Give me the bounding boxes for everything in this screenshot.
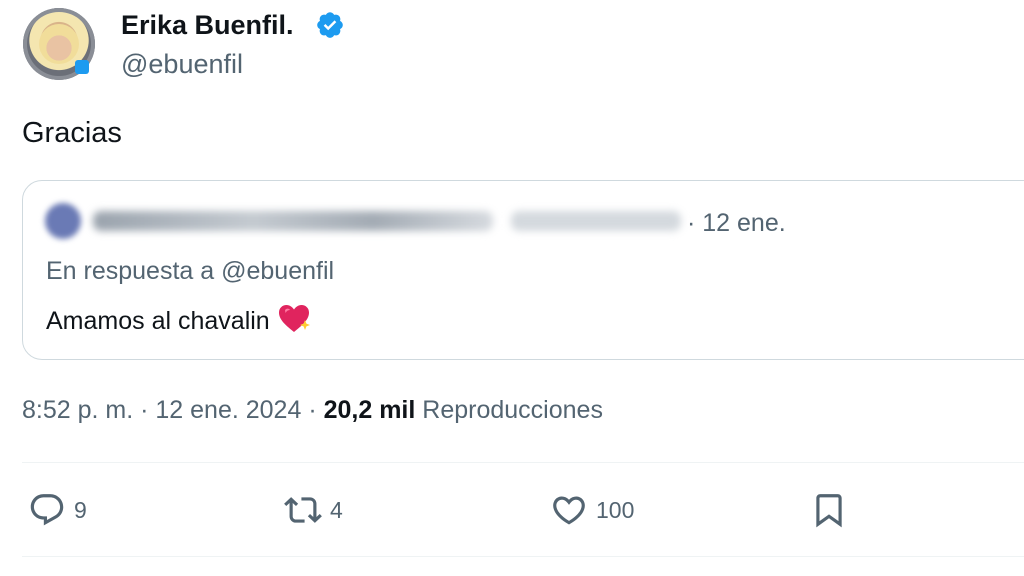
bookmark-icon [816, 494, 842, 528]
quoted-tweet-date[interactable]: · 12 ene. [687, 209, 786, 238]
views-count: 20,2 mil [323, 396, 416, 424]
tweet-date[interactable]: 12 ene. 2024 [155, 396, 301, 424]
divider [22, 462, 1024, 463]
bookmark-button[interactable] [810, 490, 848, 530]
avatar-photo [39, 24, 79, 64]
reply-button[interactable]: 9 [28, 490, 87, 530]
author-handle[interactable]: @ebuenfil [121, 49, 243, 80]
retweet-button[interactable]: 4 [284, 490, 343, 530]
quoted-reply-to: En respuesta a @ebuenfil [46, 257, 335, 285]
retweet-count: 4 [330, 496, 343, 523]
retweet-icon [284, 497, 322, 523]
like-count: 100 [596, 496, 635, 523]
quoted-tweet-text-row: Amamos al chavalin [46, 303, 312, 336]
quoted-author-avatar [45, 203, 81, 239]
meta-separator: · [133, 396, 156, 424]
author-display-name[interactable]: Erika Buenfil. [121, 10, 294, 41]
like-button[interactable]: 100 [550, 490, 634, 530]
heart-outline-icon [553, 496, 585, 525]
quoted-author-name-blurred [93, 211, 493, 231]
avatar-badge-icon [75, 60, 89, 74]
reply-count: 9 [74, 496, 87, 523]
meta-separator: · [301, 396, 324, 424]
author-avatar[interactable] [23, 8, 95, 80]
views-label: Reproducciones [422, 396, 603, 424]
divider [22, 556, 1024, 557]
tweet-meta: 8:52 p. m. · 12 ene. 2024 · 20,2 mil Rep… [22, 396, 603, 425]
tweet-text: Gracias [22, 117, 122, 149]
sparkling-heart-icon [278, 305, 310, 332]
quoted-tweet-card[interactable]: · 12 ene. En respuesta a @ebuenfil Amamo… [22, 180, 1024, 360]
reply-icon [30, 494, 64, 526]
quoted-author-handle-blurred [511, 211, 681, 231]
tweet-time[interactable]: 8:52 p. m. [22, 396, 133, 424]
verified-badge-icon[interactable] [315, 10, 345, 40]
quoted-tweet-text: Amamos al chavalin [46, 307, 270, 335]
